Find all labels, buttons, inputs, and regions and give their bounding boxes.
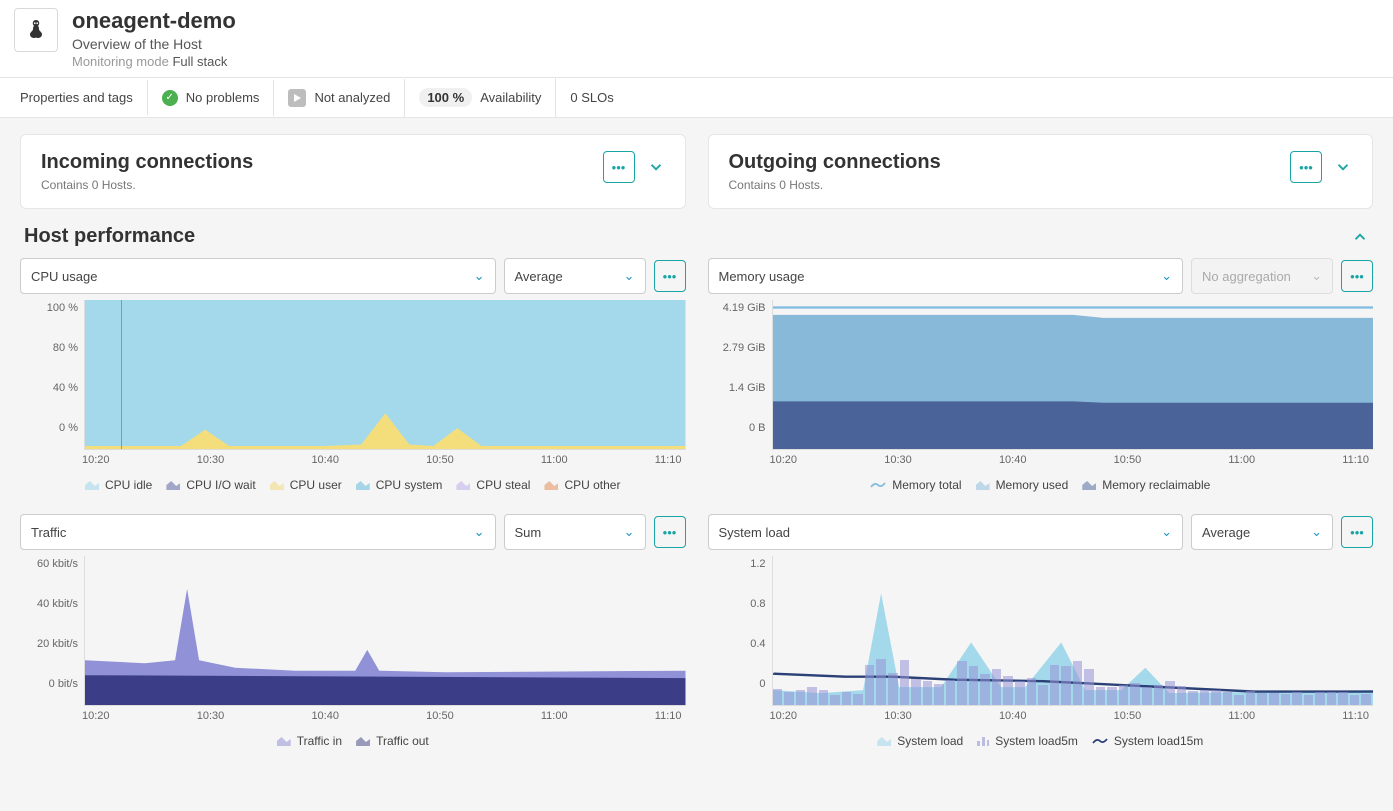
collapse-button[interactable] — [1351, 228, 1369, 246]
chevron-up-icon — [1351, 228, 1369, 246]
x-axis: 10:2010:3010:4010:5011:0011:10 — [708, 706, 1374, 722]
expand-button[interactable] — [647, 158, 665, 176]
legend-item[interactable]: System load15m — [1092, 734, 1203, 748]
traffic-chart: Traffic⌄ Sum⌄ ••• 60 kbit/s40 kbit/s20 k… — [20, 514, 686, 752]
legend-item[interactable]: System load5m — [977, 734, 1078, 748]
metric-select[interactable]: CPU usage⌄ — [20, 258, 496, 294]
host-performance-title: Host performance — [24, 225, 195, 248]
legend-item[interactable]: Traffic out — [356, 734, 429, 748]
card-title: Outgoing connections — [729, 151, 941, 174]
expand-button[interactable] — [1334, 158, 1352, 176]
summary-toolbar: Properties and tags ✓ No problems Not an… — [0, 78, 1393, 118]
dots-icon: ••• — [1350, 525, 1364, 540]
plot-area[interactable] — [84, 556, 686, 706]
y-axis: 4.19 GiB2.79 GiB1.4 GiB0 B — [708, 300, 772, 450]
more-button[interactable]: ••• — [654, 516, 686, 548]
chevron-down-icon — [1334, 158, 1352, 176]
problems-status[interactable]: ✓ No problems — [148, 80, 275, 116]
legend-item[interactable]: CPU I/O wait — [166, 478, 255, 492]
x-axis: 10:2010:3010:4010:5011:0011:10 — [20, 450, 686, 466]
aggregation-select[interactable]: Sum⌄ — [504, 514, 646, 550]
more-button[interactable]: ••• — [654, 260, 686, 292]
chevron-down-icon: ⌄ — [1311, 524, 1322, 540]
properties-and-tags[interactable]: Properties and tags — [14, 80, 148, 115]
page-header: oneagent-demo Overview of the Host Monit… — [0, 0, 1393, 78]
analyzed-status[interactable]: Not analyzed — [274, 79, 405, 117]
dots-icon: ••• — [612, 160, 626, 175]
more-button[interactable]: ••• — [1290, 151, 1322, 183]
legend-item[interactable]: Memory total — [870, 478, 961, 492]
chevron-down-icon: ⌄ — [1161, 268, 1172, 284]
host-icon — [14, 8, 58, 52]
legend: Memory total Memory used Memory reclaimabl… — [708, 466, 1374, 496]
card-title: Incoming connections — [41, 151, 253, 174]
slos-status[interactable]: 0 SLOs — [556, 80, 627, 115]
legend-item[interactable]: System load — [877, 734, 963, 748]
metric-select[interactable]: System load⌄ — [708, 514, 1184, 550]
dots-icon: ••• — [1299, 160, 1313, 175]
more-button[interactable]: ••• — [603, 151, 635, 183]
availability-status[interactable]: 100 % Availability — [405, 78, 556, 117]
plot-area[interactable] — [84, 300, 686, 450]
legend-item[interactable]: CPU steal — [456, 478, 530, 492]
more-button[interactable]: ••• — [1341, 260, 1373, 292]
aggregation-select[interactable]: Average⌄ — [504, 258, 646, 294]
legend-item[interactable]: CPU user — [270, 478, 342, 492]
dots-icon: ••• — [663, 269, 677, 284]
bars-layer — [773, 556, 1374, 705]
x-axis: 10:2010:3010:4010:5011:0011:10 — [708, 450, 1374, 466]
availability-badge: 100 % — [419, 88, 472, 107]
monitoring-mode: Monitoring mode Full stack — [72, 54, 236, 69]
play-icon — [288, 89, 306, 107]
y-axis: 1.20.80.40 — [708, 556, 772, 706]
x-axis: 10:2010:3010:4010:5011:0011:10 — [20, 706, 686, 722]
metric-select[interactable]: Traffic⌄ — [20, 514, 496, 550]
legend: CPU idle CPU I/O wait CPU user CPU system CP… — [20, 466, 686, 496]
card-subtitle: Contains 0 Hosts. — [41, 178, 253, 192]
memory-chart: Memory usage⌄ No aggregation⌄ ••• 4.19 G… — [708, 258, 1374, 496]
chevron-down-icon: ⌄ — [1311, 268, 1322, 284]
systemload-chart: System load⌄ Average⌄ ••• 1.20.80.40 10:… — [708, 514, 1374, 752]
plot-area[interactable] — [772, 300, 1374, 450]
chevron-down-icon: ⌄ — [474, 268, 485, 284]
metric-select[interactable]: Memory usage⌄ — [708, 258, 1184, 294]
y-axis: 60 kbit/s40 kbit/s20 kbit/s0 bit/s — [20, 556, 84, 706]
chevron-down-icon: ⌄ — [624, 268, 635, 284]
legend-item[interactable]: Traffic in — [277, 734, 342, 748]
dots-icon: ••• — [663, 525, 677, 540]
chevron-down-icon: ⌄ — [624, 524, 635, 540]
outgoing-connections-card: Outgoing connections Contains 0 Hosts. •… — [708, 134, 1374, 209]
page-subtitle: Overview of the Host — [72, 36, 236, 52]
check-icon: ✓ — [162, 90, 178, 106]
aggregation-select[interactable]: Average⌄ — [1191, 514, 1333, 550]
legend-item[interactable]: CPU system — [356, 478, 443, 492]
card-subtitle: Contains 0 Hosts. — [729, 178, 941, 192]
cpu-chart: CPU usage⌄ Average⌄ ••• 100 %80 %40 %0 %… — [20, 258, 686, 496]
chevron-down-icon — [647, 158, 665, 176]
aggregation-select: No aggregation⌄ — [1191, 258, 1333, 294]
legend-item[interactable]: Memory reclaimable — [1082, 478, 1210, 492]
chevron-down-icon: ⌄ — [1161, 524, 1172, 540]
y-axis: 100 %80 %40 %0 % — [20, 300, 84, 450]
page-title: oneagent-demo — [72, 8, 236, 34]
chevron-down-icon: ⌄ — [474, 524, 485, 540]
legend-item[interactable]: CPU other — [544, 478, 620, 492]
incoming-connections-card: Incoming connections Contains 0 Hosts. •… — [20, 134, 686, 209]
dots-icon: ••• — [1350, 269, 1364, 284]
title-block: oneagent-demo Overview of the Host Monit… — [72, 8, 236, 69]
more-button[interactable]: ••• — [1341, 516, 1373, 548]
legend: Traffic in Traffic out — [20, 722, 686, 752]
legend-item[interactable]: CPU idle — [85, 478, 152, 492]
legend-item[interactable]: Memory used — [976, 478, 1069, 492]
legend: System load System load5m System load15m — [708, 722, 1374, 752]
plot-area[interactable] — [772, 556, 1374, 706]
